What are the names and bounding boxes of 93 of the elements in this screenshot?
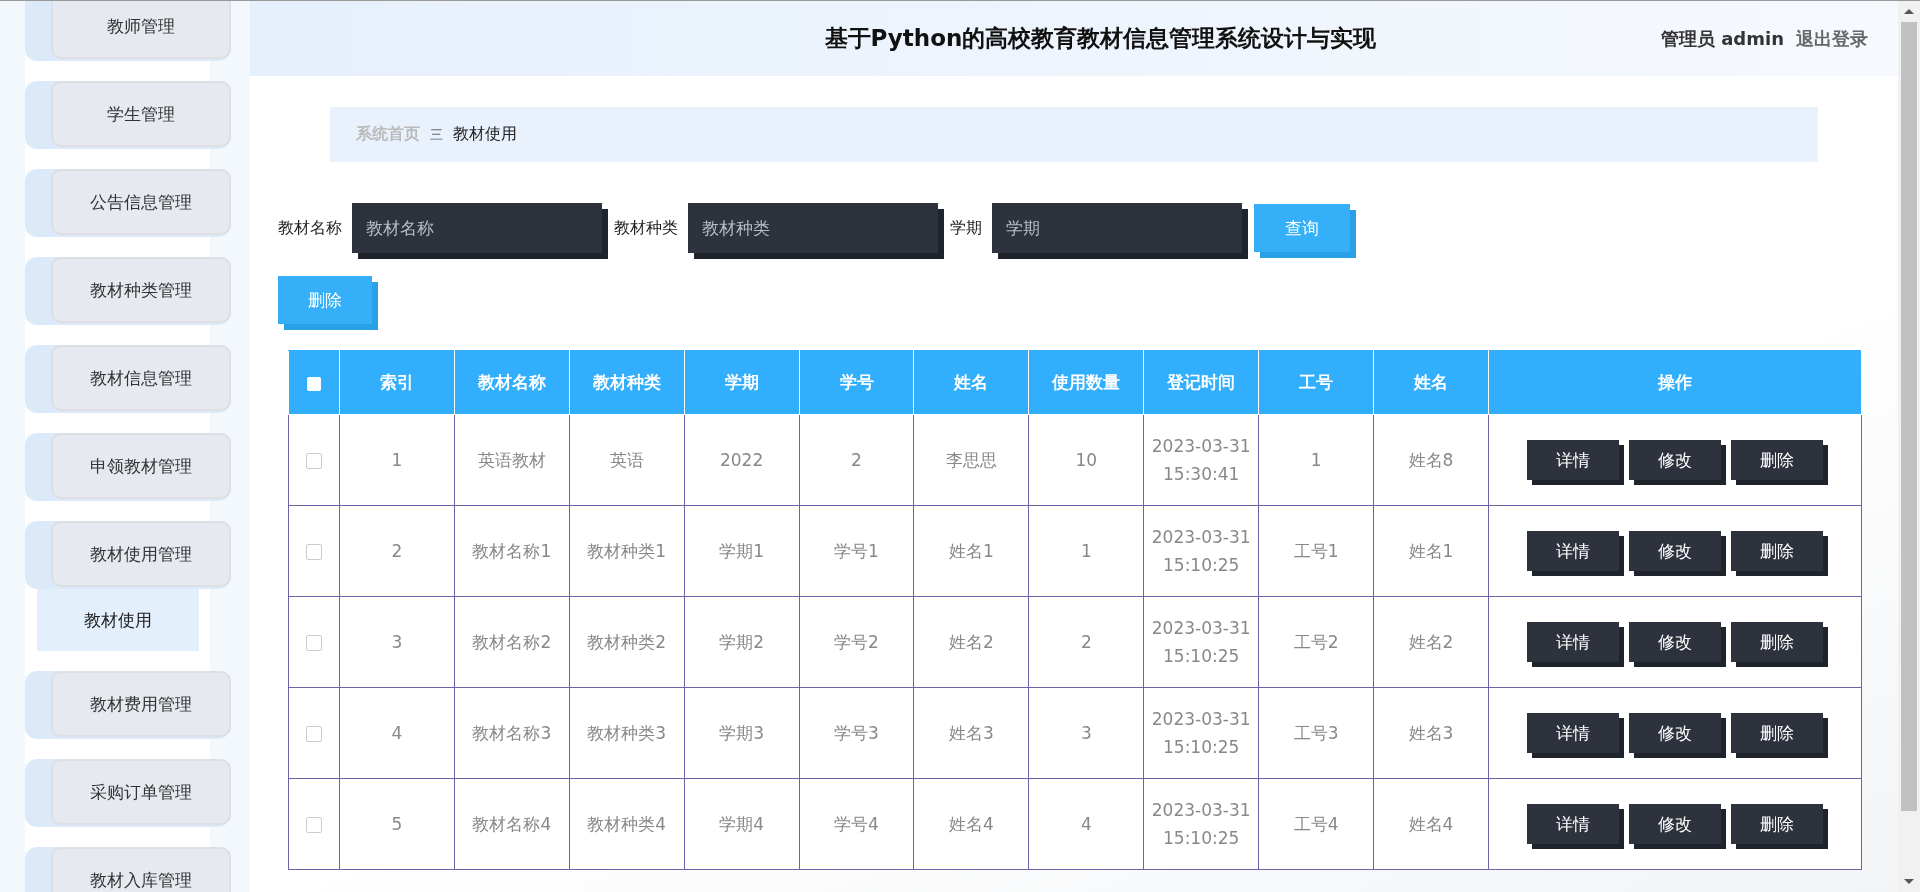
- breadcrumb-separator: 三: [430, 125, 443, 144]
- column-header: 姓名: [1373, 350, 1489, 415]
- table-cell: 姓名8: [1373, 414, 1489, 506]
- search-field[interactable]: 学期: [992, 203, 1242, 253]
- sidebar-item[interactable]: 教师管理: [51, 1, 231, 59]
- column-header: 工号: [1258, 350, 1374, 415]
- select-all-checkbox[interactable]: [307, 376, 321, 391]
- table-cell: 2023-03-31 15:10:25: [1143, 596, 1259, 688]
- table-cell: 姓名3: [1373, 687, 1489, 779]
- scroll-down-icon[interactable]: [1904, 879, 1914, 884]
- table-cell: 2022: [684, 414, 800, 506]
- table-cell: 1: [1028, 505, 1144, 597]
- table-cell: 学号4: [799, 778, 914, 870]
- table-cell: 2023-03-31 15:10:25: [1143, 778, 1259, 870]
- table-cell: 4: [339, 687, 455, 779]
- table-cell: 姓名2: [1373, 596, 1489, 688]
- table-cell: 教材种类1: [569, 505, 685, 597]
- table-cell: 工号1: [1258, 505, 1374, 597]
- page-title: 基于Python的高校教育教材信息管理系统设计与实现: [823, 24, 1378, 53]
- field-label: 教材种类: [614, 217, 678, 239]
- table-cell: 10: [1028, 414, 1144, 506]
- table-cell: 工号3: [1258, 687, 1374, 779]
- table-cell: 姓名4: [1373, 778, 1489, 870]
- field-label: 学期: [950, 217, 982, 239]
- sidebar-item[interactable]: 教材种类管理: [51, 257, 231, 323]
- row-checkbox[interactable]: [306, 725, 322, 742]
- sidebar-item[interactable]: 采购订单管理: [51, 759, 231, 825]
- table-cell: 姓名1: [1373, 505, 1489, 597]
- table-cell: 2: [339, 505, 455, 597]
- column-header: 登记时间: [1143, 350, 1259, 415]
- table-cell: 英语教材: [454, 414, 570, 506]
- table-cell: 学期2: [684, 596, 800, 688]
- table-cell: 学号1: [799, 505, 914, 597]
- table-cell: 教材种类4: [569, 778, 685, 870]
- sidebar-item[interactable]: 申领教材管理: [51, 433, 231, 499]
- table-cell: 工号2: [1258, 596, 1374, 688]
- table-cell: 学号3: [799, 687, 914, 779]
- table-cell: 姓名2: [913, 596, 1029, 688]
- column-header: 操作: [1488, 350, 1862, 415]
- table-cell: 工号4: [1258, 778, 1374, 870]
- field-label: 教材名称: [278, 217, 342, 239]
- scroll-up-icon[interactable]: [1904, 9, 1914, 14]
- search-field[interactable]: 教材名称: [352, 203, 602, 253]
- table-cell: 教材名称3: [454, 687, 570, 779]
- row-checkbox[interactable]: [306, 452, 322, 469]
- scrollbar[interactable]: [1898, 1, 1920, 892]
- row-checkbox[interactable]: [306, 816, 322, 833]
- table-cell: 李思思: [913, 414, 1029, 506]
- table-cell: 2023-03-31 15:10:25: [1143, 687, 1259, 779]
- column-header: 教材种类: [569, 350, 685, 415]
- table-cell: 1: [1258, 414, 1374, 506]
- breadcrumb-current: 教材使用: [453, 124, 517, 145]
- table-cell: 英语: [569, 414, 685, 506]
- table-cell: 3: [1028, 687, 1144, 779]
- sidebar-item[interactable]: 公告信息管理: [51, 169, 231, 235]
- search-field[interactable]: 教材种类: [688, 203, 938, 253]
- sidebar-item[interactable]: 学生管理: [51, 81, 231, 147]
- scrollbar-thumb[interactable]: [1901, 22, 1917, 811]
- table-cell: 姓名3: [913, 687, 1029, 779]
- table-cell: 姓名4: [913, 778, 1029, 870]
- table-cell: 2: [799, 414, 914, 506]
- column-header: 索引: [339, 350, 455, 415]
- table-cell: 学期1: [684, 505, 800, 597]
- column-header: 学期: [684, 350, 800, 415]
- table-cell: 学期4: [684, 778, 800, 870]
- table-cell: 2: [1028, 596, 1144, 688]
- sidebar-item[interactable]: 教材信息管理: [51, 345, 231, 411]
- user-name: 管理员 admin: [1660, 26, 1784, 51]
- logout-link[interactable]: 退出登录: [1796, 26, 1868, 51]
- table-cell: 1: [339, 414, 455, 506]
- row-checkbox[interactable]: [306, 634, 322, 651]
- table-cell: 姓名1: [913, 505, 1029, 597]
- table-cell: 教材种类2: [569, 596, 685, 688]
- sidebar-item[interactable]: 教材费用管理: [51, 671, 231, 737]
- sidebar-item[interactable]: 教材使用管理: [51, 521, 231, 587]
- table-cell: 教材名称2: [454, 596, 570, 688]
- table-cell: 2023-03-31 15:30:41: [1143, 414, 1259, 506]
- table-cell: 3: [339, 596, 455, 688]
- table-cell: 2023-03-31 15:10:25: [1143, 505, 1259, 597]
- table-cell: 学号2: [799, 596, 914, 688]
- column-header: 学号: [799, 350, 914, 415]
- row-checkbox[interactable]: [306, 543, 322, 560]
- sidebar-subitem[interactable]: 教材使用: [37, 589, 199, 651]
- column-header: 姓名: [913, 350, 1029, 415]
- table-cell: 教材名称1: [454, 505, 570, 597]
- sidebar-item[interactable]: 教材入库管理: [51, 847, 231, 892]
- column-header: 使用数量: [1028, 350, 1144, 415]
- table-cell: 学期3: [684, 687, 800, 779]
- table-cell: 教材种类3: [569, 687, 685, 779]
- table-cell: 4: [1028, 778, 1144, 870]
- table-cell: 教材名称4: [454, 778, 570, 870]
- column-header: 教材名称: [454, 350, 570, 415]
- table-cell: 5: [339, 778, 455, 870]
